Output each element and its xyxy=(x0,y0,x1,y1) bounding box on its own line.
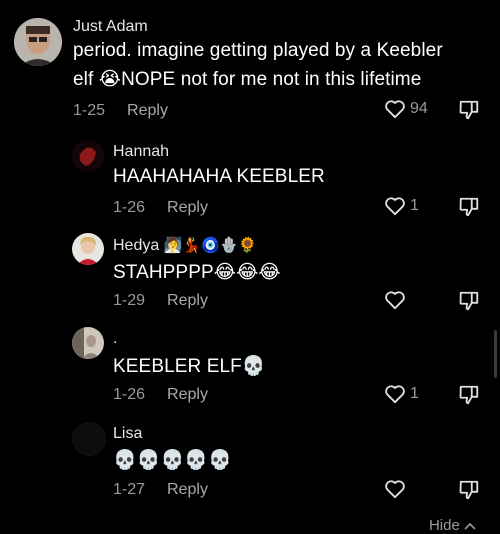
heart-outline-icon xyxy=(385,100,405,119)
comment-meta: 1-27 Reply xyxy=(113,481,208,499)
username[interactable]: Lisa xyxy=(113,425,142,443)
like-button[interactable] xyxy=(384,479,410,499)
avatar[interactable] xyxy=(72,327,104,359)
username[interactable]: Hedya 🧖‍♀️💃🧿🪬🌻 xyxy=(113,236,257,255)
comment-date: 1-26 xyxy=(113,199,146,216)
hide-label: Hide xyxy=(428,517,460,534)
username[interactable]: . xyxy=(113,330,117,348)
thumbs-down-outline-icon xyxy=(459,100,479,120)
comment-text-line: elf 😭NOPE not for me not in this lifetim… xyxy=(73,65,443,94)
heart-outline-icon xyxy=(385,480,405,499)
dislike-button[interactable] xyxy=(458,290,480,317)
thumbs-down-outline-icon xyxy=(459,385,479,405)
reply-button[interactable]: Reply xyxy=(127,102,168,119)
like-button[interactable]: 1 xyxy=(384,384,419,404)
loudly-crying-emoji: 😭 xyxy=(98,68,122,90)
comment-date: 1-26 xyxy=(113,386,146,403)
comment-hannah: Hannah HAAHAHAHA KEEBLER 1-26 Reply 1 xyxy=(0,135,500,225)
thumbs-down-outline-icon xyxy=(459,480,479,500)
like-button[interactable]: 94 xyxy=(384,99,428,119)
comment-meta: 1-26 Reply xyxy=(113,386,208,404)
comment-text-fragment: NOPE not for me not in this lifetime xyxy=(121,69,422,90)
avatar[interactable] xyxy=(72,140,104,172)
comment-text: STAHPPPP😂😂😂 xyxy=(113,258,281,287)
comment-just-adam: Just Adam period. imagine getting played… xyxy=(0,0,500,130)
username[interactable]: Hannah xyxy=(113,143,169,161)
reply-button[interactable]: Reply xyxy=(167,386,208,403)
scrollbar[interactable] xyxy=(494,330,497,378)
comment-text-line: period. imagine getting played by a Keeb… xyxy=(73,40,443,61)
like-count: 1 xyxy=(410,197,419,214)
heart-outline-icon xyxy=(385,197,405,216)
like-button[interactable] xyxy=(384,290,410,310)
avatar[interactable] xyxy=(72,422,106,456)
username-emojis: 🧖‍♀️💃🧿🪬🌻 xyxy=(163,236,258,254)
comment-text: KEEBLER ELF💀 xyxy=(113,352,266,381)
comment-date: 1-25 xyxy=(73,102,106,119)
dislike-button[interactable] xyxy=(458,479,480,506)
reply-button[interactable]: Reply xyxy=(167,199,208,216)
thumbs-down-outline-icon xyxy=(459,291,479,311)
username[interactable]: Just Adam xyxy=(73,18,148,36)
comment-lisa: Lisa 💀💀💀💀💀 1-27 Reply xyxy=(0,417,500,517)
reply-button[interactable]: Reply xyxy=(167,292,208,309)
comment-text-fragment: elf xyxy=(73,69,94,90)
like-button[interactable]: 1 xyxy=(384,196,419,216)
comment-text-fragment: KEEBLER ELF xyxy=(113,356,242,377)
thumbs-down-outline-icon xyxy=(459,197,479,217)
chevron-up-icon xyxy=(464,522,476,530)
avatar[interactable] xyxy=(14,18,62,66)
like-count: 94 xyxy=(410,100,428,117)
avatar[interactable] xyxy=(72,233,104,265)
comment-meta: 1-26 Reply xyxy=(113,199,208,217)
heart-outline-icon xyxy=(385,291,405,310)
hide-replies-button[interactable]: Hide xyxy=(429,517,476,534)
dislike-button[interactable] xyxy=(458,196,480,223)
comment-meta: 1-25 Reply xyxy=(73,102,168,120)
comment-date: 1-27 xyxy=(113,481,146,498)
comment-hedya: Hedya 🧖‍♀️💃🧿🪬🌻 STAHPPPP😂😂😂 1-29 Reply xyxy=(0,228,500,320)
comment-text: period. imagine getting played by a Keeb… xyxy=(73,36,443,94)
dislike-button[interactable] xyxy=(458,99,480,126)
reply-button[interactable]: Reply xyxy=(167,481,208,498)
skull-emojis: 💀💀💀💀💀 xyxy=(113,449,232,471)
laughing-emojis: 😂😂😂 xyxy=(213,261,281,283)
skull-emoji: 💀 xyxy=(241,355,266,377)
comment-dot-user: . KEEBLER ELF💀 1-26 Reply 1 xyxy=(0,322,500,417)
dislike-button[interactable] xyxy=(458,384,480,411)
comment-date: 1-29 xyxy=(113,292,146,309)
like-count: 1 xyxy=(410,385,419,402)
heart-outline-icon xyxy=(385,385,405,404)
comment-text: HAAHAHAHA KEEBLER xyxy=(113,166,325,187)
comment-text-fragment: STAHPPPP xyxy=(113,262,214,283)
comment-meta: 1-29 Reply xyxy=(113,292,208,310)
username-text: Hedya xyxy=(113,237,160,254)
